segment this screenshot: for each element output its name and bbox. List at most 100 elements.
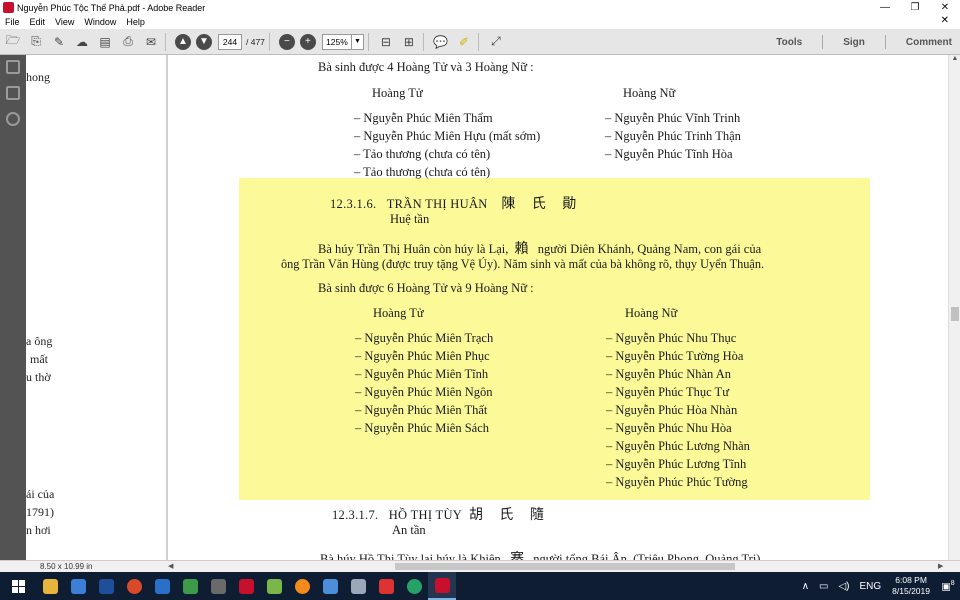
- toolbar-divider: [165, 32, 166, 51]
- list-item: – Nguyễn Phúc Miên Thất: [355, 403, 488, 417]
- close-document-icon[interactable]: ✕: [936, 15, 954, 26]
- toolbar-right-panel: Tools Sign Comment: [776, 29, 952, 55]
- page-text-fragment: u thờ: [26, 370, 51, 384]
- app-taskbar-icon[interactable]: [344, 572, 372, 600]
- start-button[interactable]: [0, 572, 36, 600]
- network-icon[interactable]: ▭: [819, 581, 828, 592]
- page-thumbnails-icon[interactable]: [6, 60, 20, 74]
- close-button[interactable]: ✕: [930, 2, 960, 13]
- app-taskbar-icon[interactable]: [176, 572, 204, 600]
- intro-text: Bà sinh được 4 Hoàng Tử và 3 Hoàng Nữ :: [318, 60, 534, 74]
- adobe-reader-icon: [3, 2, 14, 13]
- save-icon[interactable]: ▤: [95, 32, 115, 52]
- list-item: – Nguyễn Phúc Phúc Tường: [606, 475, 748, 489]
- comment-button[interactable]: Comment: [906, 37, 952, 48]
- fit-width-icon[interactable]: ⊞: [399, 32, 419, 52]
- tools-button[interactable]: Tools: [776, 37, 802, 48]
- list-item: – Tảo thương (chưa có tên): [354, 165, 491, 179]
- next-page-icon[interactable]: ▼: [196, 33, 212, 50]
- acrobat-taskbar-icon[interactable]: [232, 572, 260, 600]
- scrollbar-thumb[interactable]: [951, 307, 959, 321]
- adobe-reader-taskbar-icon[interactable]: [428, 572, 456, 600]
- edit-pdf-icon[interactable]: ✎: [49, 32, 69, 52]
- column-header-sons: Hoàng Tử: [372, 86, 423, 100]
- minimize-button[interactable]: —: [870, 2, 900, 13]
- menu-bar: File Edit View Window Help ✕: [0, 15, 960, 29]
- toolbar-divider: [422, 32, 424, 51]
- menu-edit[interactable]: Edit: [25, 17, 51, 27]
- list-item: – Nguyễn Phúc Tĩnh Hòa: [605, 147, 733, 161]
- zoom-out-icon[interactable]: −: [278, 33, 295, 50]
- list-item: – Nguyễn Phúc Lương Nhàn: [606, 439, 750, 453]
- yellow-highlight: [239, 178, 870, 500]
- menu-window[interactable]: Window: [79, 17, 121, 27]
- clock[interactable]: 6:08 PM 8/15/2019: [892, 575, 930, 597]
- scroll-up-icon[interactable]: ▲: [949, 55, 960, 67]
- list-item: – Nguyễn Phúc Miên Trạch: [355, 331, 494, 345]
- toolbar-divider: [884, 35, 886, 49]
- zoom-in-icon[interactable]: +: [299, 33, 316, 50]
- maximize-button[interactable]: ❐: [900, 2, 930, 13]
- list-item: – Tảo thương (chưa có tên): [354, 147, 491, 161]
- page-total: / 477: [246, 36, 265, 47]
- firefox-taskbar-icon[interactable]: [288, 572, 316, 600]
- chevron-up-icon[interactable]: ∧: [802, 581, 809, 592]
- menu-file[interactable]: File: [0, 17, 25, 27]
- section-heading: 12.3.1.6. TRẦN THỊ HUÂN 陳 氏 勛: [330, 196, 583, 212]
- bookmarks-icon[interactable]: [6, 86, 20, 100]
- chinese-characters: 陳 氏 勛: [501, 196, 583, 212]
- list-item: – Nguyễn Phúc Miên Thẩm: [354, 111, 493, 125]
- page-text-fragment: n hơi: [26, 523, 51, 537]
- scroll-left-icon[interactable]: ◀: [168, 562, 173, 570]
- app-taskbar-icon[interactable]: [64, 572, 92, 600]
- page-number-input[interactable]: 244: [218, 33, 242, 50]
- window-title: Nguyễn Phúc Tộc Thế Phả.pdf - Adobe Read…: [17, 2, 206, 13]
- list-item: – Nguyễn Phúc Vĩnh Trinh: [605, 111, 741, 125]
- status-bar: 8.50 x 10.99 in ◀ ▶: [0, 560, 960, 572]
- fit-page-icon[interactable]: ⊟: [376, 32, 396, 52]
- app-taskbar-icon[interactable]: [204, 572, 232, 600]
- app-taskbar-icon[interactable]: [148, 572, 176, 600]
- notification-center-icon[interactable]: ▣8: [936, 580, 960, 592]
- app-taskbar-icon[interactable]: [316, 572, 344, 600]
- paragraph-line: Bà húy Hồ Thị Tùy lại húy là Khiên, 搴 ng…: [320, 551, 764, 560]
- input-language[interactable]: ENG: [860, 581, 882, 592]
- list-item: – Nguyễn Phúc Miên Phục: [355, 349, 490, 363]
- file-explorer-taskbar-icon[interactable]: [36, 572, 64, 600]
- highlight-icon[interactable]: ✐: [454, 32, 474, 52]
- volume-icon[interactable]: ◁): [838, 581, 849, 592]
- menu-view[interactable]: View: [50, 17, 79, 27]
- full-screen-icon[interactable]: ⤢: [486, 32, 506, 52]
- app-taskbar-icon[interactable]: [400, 572, 428, 600]
- list-item: – Nguyễn Phúc Nhu Thục: [606, 331, 737, 345]
- app-taskbar-icon[interactable]: [372, 572, 400, 600]
- sticky-note-icon[interactable]: 💬: [431, 32, 451, 52]
- toolbar-divider: [477, 32, 479, 51]
- system-tray: ∧ ▭ ◁) ENG 6:08 PM 8/15/2019 ▣8: [797, 572, 960, 600]
- create-pdf-icon[interactable]: ⎘: [26, 32, 46, 52]
- zoom-dropdown-icon[interactable]: ▼: [351, 33, 364, 50]
- attachments-icon[interactable]: [6, 112, 20, 126]
- app-taskbar-icon[interactable]: [260, 572, 288, 600]
- powershell-taskbar-icon[interactable]: [92, 572, 120, 600]
- vertical-scrollbar[interactable]: ▲: [948, 55, 960, 560]
- horizontal-scrollbar-thumb[interactable]: [395, 563, 735, 570]
- section-heading: 12.3.1.7. HỒ THỊ TÙY 胡 氏 隨: [332, 507, 550, 523]
- app-taskbar-icon[interactable]: [120, 572, 148, 600]
- zoom-input[interactable]: 125%: [321, 33, 352, 50]
- page-text-fragment: hong: [26, 70, 50, 84]
- intro-text: Bà sinh được 6 Hoàng Tử và 9 Hoàng Nữ :: [318, 281, 534, 295]
- email-icon[interactable]: ✉: [141, 32, 161, 52]
- sign-button[interactable]: Sign: [843, 37, 865, 48]
- print-icon[interactable]: ⎙: [118, 32, 138, 52]
- list-item: – Nguyễn Phúc Nhu Hòa: [606, 421, 732, 435]
- chinese-characters: 胡 氏 隨: [468, 507, 550, 523]
- scroll-right-icon[interactable]: ▶: [938, 562, 943, 570]
- navigation-pane: [0, 55, 26, 560]
- open-icon[interactable]: 🗁: [3, 32, 23, 52]
- previous-page-icon[interactable]: ▲: [175, 33, 191, 50]
- cloud-upload-icon[interactable]: ☁: [72, 32, 92, 52]
- column-header-sons: Hoàng Tử: [373, 306, 424, 320]
- menu-help[interactable]: Help: [121, 17, 150, 27]
- list-item: – Nguyễn Phúc Miên Sách: [355, 421, 490, 435]
